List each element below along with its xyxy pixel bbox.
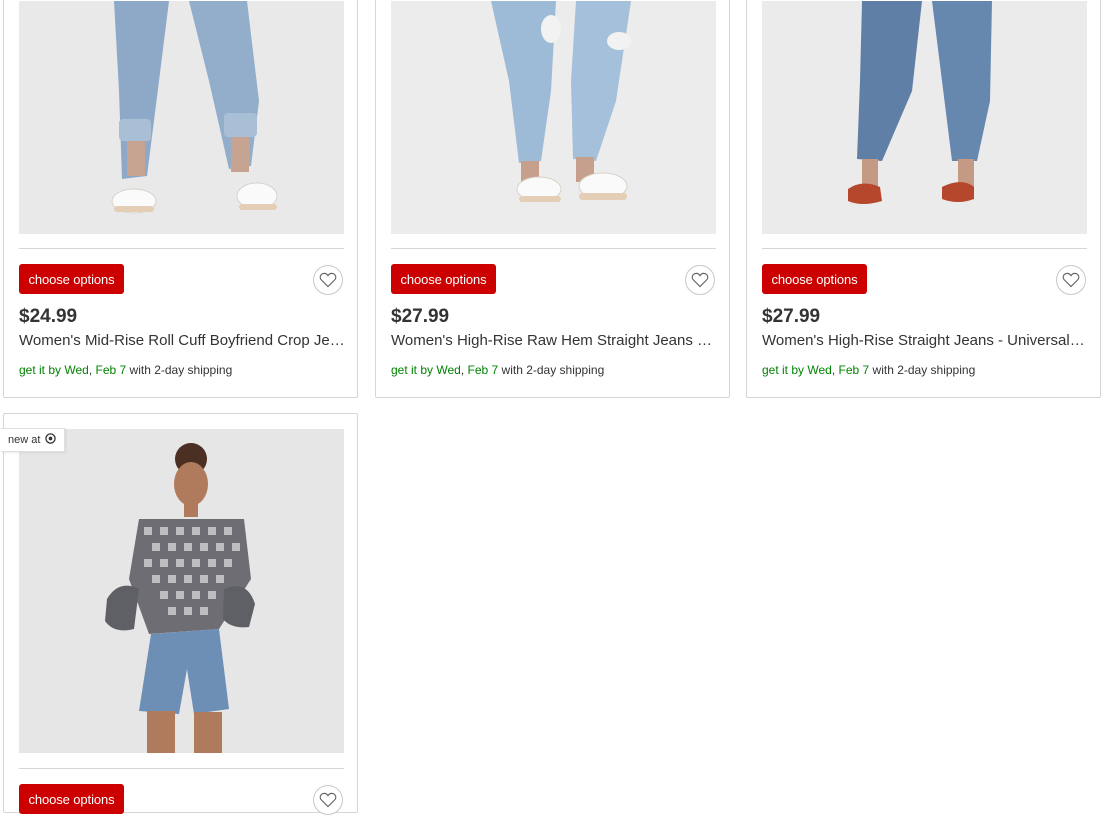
shipping-day: Wed [436, 363, 461, 377]
shipping-date: Feb 7 [95, 363, 127, 377]
shipping-info: get it by Wed, Feb 7 with 2-day shipping [391, 363, 604, 377]
card-divider [762, 248, 1087, 249]
shipping-info: get it by Wed, Feb 7 with 2-day shipping [762, 363, 975, 377]
shipping-info: get it by Wed, Feb 7 with 2-day shipping [19, 363, 232, 377]
badge-label: new at [8, 434, 41, 446]
choose-options-button[interactable]: choose options [762, 264, 867, 294]
shipping-prefix: get it by [391, 363, 437, 377]
product-image[interactable] [19, 429, 344, 753]
shipping-day: Wed [64, 363, 89, 377]
choose-options-button[interactable]: choose options [391, 264, 496, 294]
product-image[interactable] [391, 1, 716, 234]
shipping-date: Feb 7 [467, 363, 499, 377]
heart-outline-icon [319, 792, 337, 808]
product-card: choose options $24.99 Women's Mid-Rise R… [3, 0, 358, 398]
shipping-sep: , [460, 363, 468, 377]
shipping-sep: , [88, 363, 96, 377]
card-divider [19, 248, 344, 249]
shipping-suffix: with 2-day shipping [869, 363, 976, 377]
heart-outline-icon [691, 272, 709, 288]
product-card: new at choose options [1, 413, 358, 815]
choose-options-button[interactable]: choose options [19, 264, 124, 294]
product-title[interactable]: Women's High-Rise Straight Jeans - Unive… [762, 332, 1088, 349]
card-divider [391, 248, 716, 249]
favorite-button[interactable] [313, 265, 343, 295]
shipping-prefix: get it by [19, 363, 65, 377]
shipping-day: Wed [807, 363, 832, 377]
product-price: $24.99 [19, 306, 78, 327]
product-photo [391, 1, 716, 234]
product-card: choose options $27.99 Women's High-Rise … [746, 0, 1101, 398]
product-photo [19, 1, 344, 234]
product-price: $27.99 [762, 306, 821, 327]
shipping-suffix: with 2-day shipping [126, 363, 233, 377]
heart-outline-icon [319, 272, 337, 288]
target-bullseye-icon [45, 433, 57, 447]
favorite-button[interactable] [313, 785, 343, 815]
shipping-date: Feb 7 [838, 363, 870, 377]
favorite-button[interactable] [1056, 265, 1086, 295]
product-card: choose options $27.99 Women's High-Rise … [375, 0, 730, 398]
product-image[interactable] [19, 1, 344, 234]
new-at-badge: new at [1, 428, 66, 452]
shipping-prefix: get it by [762, 363, 808, 377]
card-divider [19, 768, 344, 769]
product-image[interactable] [762, 1, 1087, 234]
heart-outline-icon [1062, 272, 1080, 288]
shipping-sep: , [831, 363, 839, 377]
choose-options-button[interactable]: choose options [19, 784, 124, 814]
shipping-suffix: with 2-day shipping [498, 363, 605, 377]
product-photo [762, 1, 1087, 234]
product-title[interactable]: Women's Mid-Rise Roll Cuff Boyfriend Cro… [19, 332, 345, 349]
product-price: $27.99 [391, 306, 450, 327]
favorite-button[interactable] [685, 265, 715, 295]
product-title[interactable]: Women's High-Rise Raw Hem Straight Jeans… [391, 332, 717, 349]
product-photo [19, 429, 344, 753]
